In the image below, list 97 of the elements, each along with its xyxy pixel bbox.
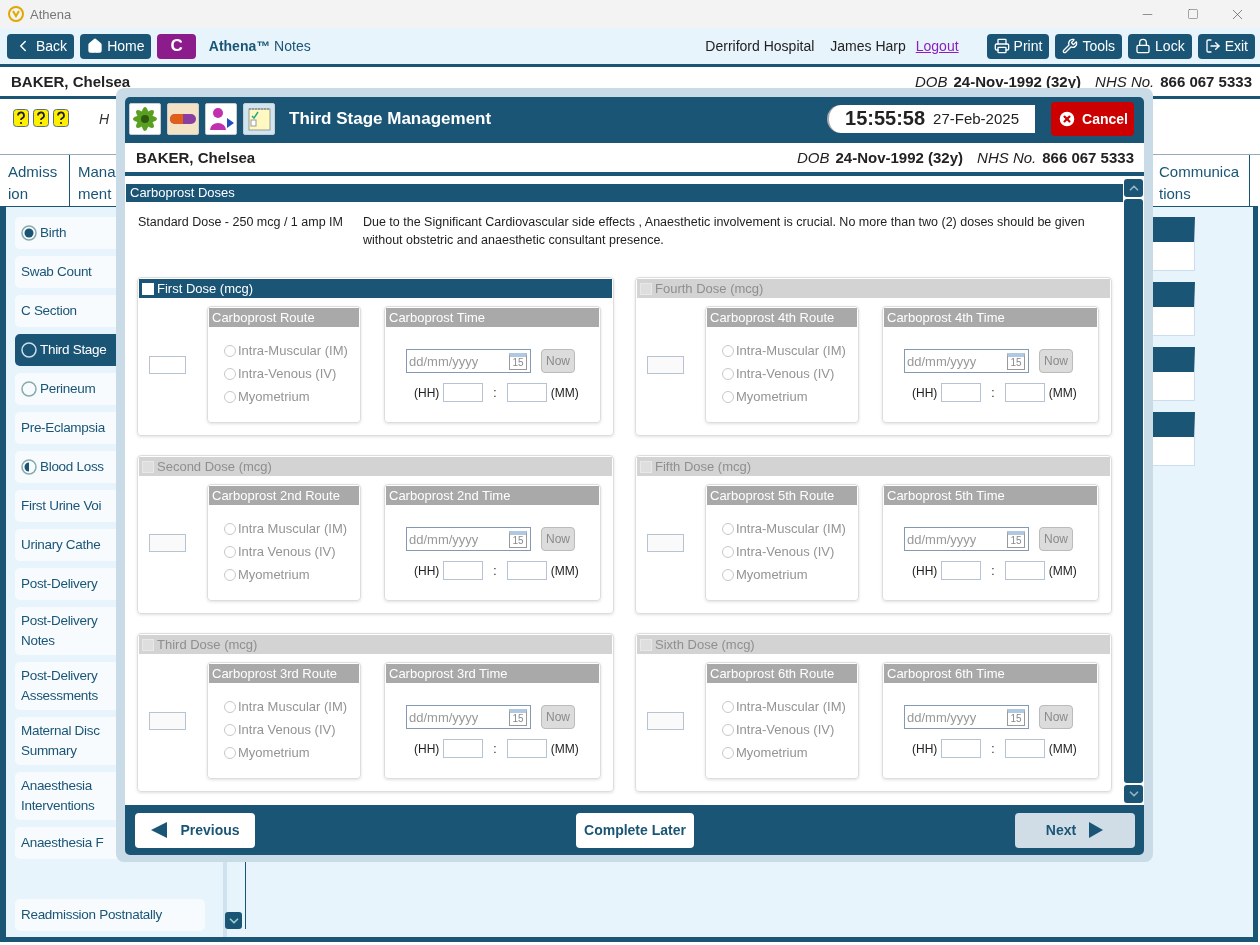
home-icon	[87, 38, 104, 54]
hours-input[interactable]	[941, 561, 982, 580]
right-triangle-icon	[1088, 821, 1105, 839]
left-triangle-icon	[150, 821, 169, 839]
nhs-number: 866 067 5333	[1042, 149, 1134, 166]
scroll-down-button[interactable]	[1124, 785, 1143, 803]
clock-time: 15:55:58	[845, 107, 926, 130]
dob-value: 24-Nov-1992 (32y)	[835, 149, 964, 166]
dose-input[interactable]	[149, 356, 186, 374]
time-title: Carboprost Time	[386, 308, 599, 327]
hospital-name: Derriford Hospital	[705, 38, 815, 54]
hours-label: (HH)	[912, 741, 938, 756]
print-button[interactable]: Print	[986, 33, 1050, 59]
time-separator: :	[493, 741, 497, 756]
notepad-icon[interactable]	[243, 102, 275, 135]
lock-button[interactable]: Lock	[1128, 33, 1192, 59]
minutes-label: (MM)	[550, 385, 579, 400]
route-title: Carboprost 5th Route	[707, 486, 857, 505]
dob-label: DOB	[796, 149, 830, 166]
help-icon[interactable]	[13, 109, 29, 127]
scrollbar-thumb[interactable]	[1124, 199, 1143, 783]
minutes-label: (MM)	[1048, 741, 1077, 756]
hours-input[interactable]	[443, 561, 484, 580]
sidebar-item[interactable]: Readmission Postnatally	[15, 899, 205, 931]
time-separator: :	[493, 563, 497, 578]
dose-title: Fourth Dose (mcg)	[655, 281, 764, 296]
nhs-label: NHS No.	[1095, 73, 1155, 90]
hours-input[interactable]	[443, 739, 484, 758]
dose-title: Sixth Dose (mcg)	[655, 637, 755, 652]
hours-input[interactable]	[941, 383, 982, 402]
minutes-input[interactable]	[1004, 739, 1045, 758]
help-icon[interactable]	[53, 109, 69, 127]
calendar-button[interactable]: 15	[509, 352, 527, 370]
minutes-input[interactable]	[506, 561, 547, 580]
route-title: Carboprost 4th Route	[707, 308, 857, 327]
logout-link[interactable]: Logout	[915, 38, 959, 54]
lock-icon	[1135, 38, 1152, 54]
route-title: Carboprost 2nd Route	[209, 486, 359, 505]
tools-button[interactable]: Tools	[1055, 33, 1123, 59]
section-header: Carboprost Doses	[126, 184, 1123, 202]
time-title: Carboprost 2nd Time	[386, 486, 599, 505]
clock-date: 27-Feb-2025	[933, 110, 1019, 127]
maximize-icon[interactable]	[1186, 8, 1199, 20]
hours-input[interactable]	[941, 739, 982, 758]
hours-label: (HH)	[912, 563, 938, 578]
dose-title: Fifth Dose (mcg)	[655, 459, 752, 474]
close-circle-icon	[1057, 108, 1078, 129]
home-button[interactable]: Home	[80, 33, 152, 59]
dob-label: DOB	[914, 73, 948, 90]
route-title: Carboprost 3rd Route	[209, 664, 359, 683]
help-icon[interactable]	[33, 109, 49, 127]
minutes-input[interactable]	[1004, 383, 1045, 402]
time-separator: :	[991, 741, 995, 756]
letter-button[interactable]: C	[157, 33, 196, 59]
flower-icon[interactable]	[129, 102, 161, 135]
time-separator: :	[493, 385, 497, 400]
user-name: James Harp	[830, 38, 906, 54]
hours-label: (HH)	[912, 385, 938, 400]
nhs-number: 866 067 5333	[1160, 73, 1252, 90]
exit-button[interactable]: Exit	[1197, 33, 1255, 59]
time-separator: :	[991, 385, 995, 400]
route-title: Carboprost Route	[209, 308, 359, 327]
time-title: Carboprost 4th Time	[884, 308, 1097, 327]
scroll-down-button[interactable]	[225, 912, 242, 929]
minutes-input[interactable]	[506, 739, 547, 758]
hours-label: (HH)	[414, 563, 440, 578]
exit-icon	[1204, 38, 1221, 54]
time-title: Carboprost 5th Time	[884, 486, 1097, 505]
complete-later-button[interactable]: Complete Later	[576, 812, 694, 848]
minutes-label: (MM)	[1048, 385, 1077, 400]
previous-button[interactable]: Previous	[135, 812, 255, 848]
hours-label: (HH)	[414, 385, 440, 400]
window-title: Athena	[30, 6, 72, 22]
scroll-up-button[interactable]	[1124, 179, 1143, 197]
nhs-label: NHS No.	[977, 149, 1037, 166]
time-separator: :	[991, 563, 995, 578]
minutes-input[interactable]	[506, 383, 547, 402]
app-name: Athena™ Notes	[208, 38, 311, 54]
time-title: Carboprost 3rd Time	[386, 664, 599, 683]
wrench-icon	[1062, 38, 1079, 54]
back-button[interactable]: Back	[7, 33, 75, 59]
logo-icon	[8, 6, 24, 22]
dialog-title: Third Stage Management	[289, 108, 492, 129]
warning-text: Due to the Significant Cardiovascular side effects , Anaesthetic involvement is crucial. No more than two (2) doses should be given without obstetric and anaesthetic consultant presence.	[362, 214, 1086, 249]
patient-name: BAKER, Chelsea	[11, 73, 131, 90]
note-text: H	[99, 111, 110, 127]
minutes-input[interactable]	[1004, 561, 1045, 580]
route-title: Carboprost 6th Route	[707, 664, 857, 683]
pill-icon[interactable]	[167, 102, 199, 135]
hours-label: (HH)	[414, 741, 440, 756]
minutes-label: (MM)	[1048, 563, 1077, 578]
time-title: Carboprost 6th Time	[884, 664, 1097, 683]
printer-icon	[993, 38, 1010, 54]
hours-input[interactable]	[443, 383, 484, 402]
minutes-label: (MM)	[550, 741, 579, 756]
minutes-label: (MM)	[550, 563, 579, 578]
cancel-button[interactable]: Cancel	[1051, 101, 1134, 136]
